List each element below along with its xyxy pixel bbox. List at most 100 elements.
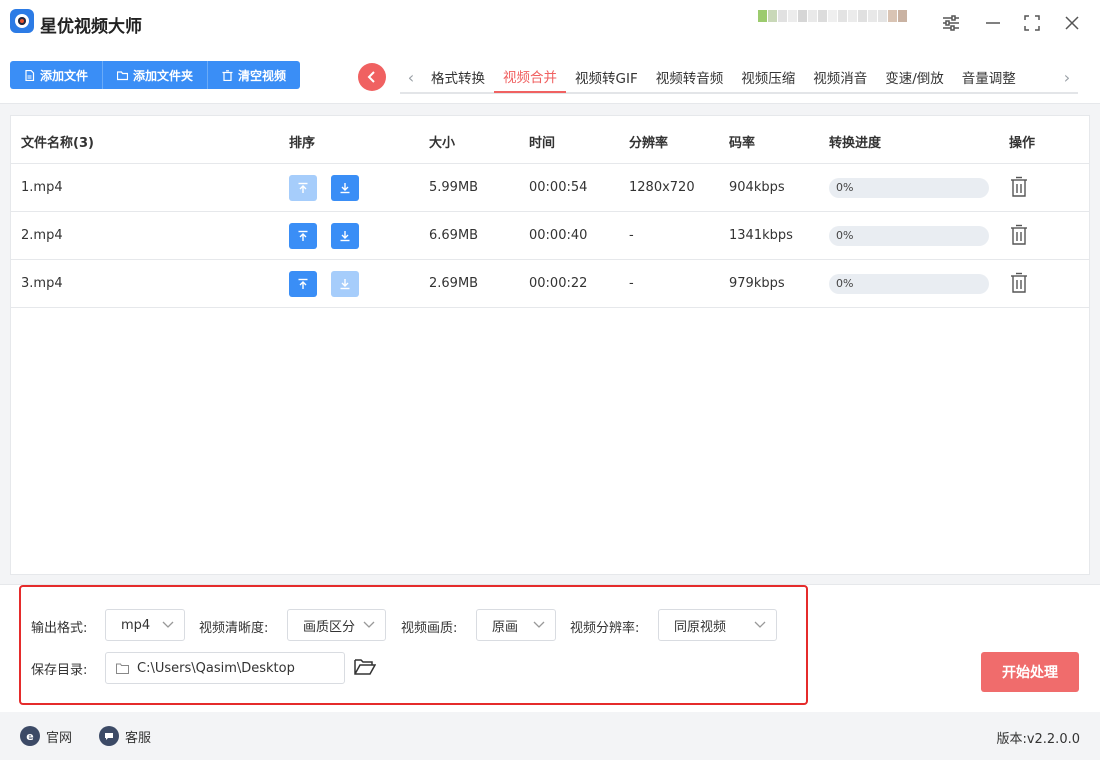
app-logo-icon [10, 9, 34, 33]
header-resolution: 分辨率 [629, 136, 669, 151]
move-up-button[interactable] [289, 223, 317, 249]
tabs-scroll-right-icon[interactable]: › [1056, 68, 1078, 87]
move-down-button[interactable] [331, 175, 359, 201]
delete-trash-icon[interactable] [1009, 224, 1029, 246]
save-dir-input[interactable]: C:\Users\Qasim\Desktop [105, 652, 345, 684]
chevron-down-icon [754, 621, 766, 628]
table-header: 文件名称(3) 排序 大小 时间 分辨率 码率 转换进度 操作 [11, 116, 1089, 164]
table-row[interactable]: 1.mp4 5.99MB 00:00:54 1280x720 904kbps 0% [11, 164, 1089, 212]
quality-select[interactable]: 原画 [476, 609, 556, 641]
output-format-select[interactable]: mp4 [105, 609, 185, 641]
annotation-highlight-box [19, 585, 808, 705]
file-resolution: - [629, 228, 634, 243]
settings-sliders-icon[interactable] [940, 12, 962, 34]
file-size: 2.69MB [429, 276, 479, 291]
tab-7[interactable]: 音量调整 [953, 61, 1025, 93]
header-order: 排序 [289, 136, 316, 151]
arrow-up-icon [297, 182, 309, 194]
file-button-group: 添加文件 添加文件夹 清空视频 [10, 61, 301, 89]
file-duration: 00:00:22 [529, 276, 588, 291]
tab-6[interactable]: 变速/倒放 [876, 61, 953, 93]
minimize-icon[interactable] [982, 12, 1004, 34]
file-bitrate: 904kbps [729, 180, 785, 195]
file-name: 2.mp4 [21, 228, 63, 243]
service-label: 客服 [125, 730, 152, 746]
close-icon[interactable] [1061, 12, 1083, 34]
quality-value: 原画 [492, 619, 519, 635]
clarity-select[interactable]: 画质区分 [287, 609, 386, 641]
chat-icon [99, 726, 119, 746]
conversion-progress-bar: 0% [829, 178, 989, 198]
header-bitrate: 码率 [729, 136, 756, 151]
progress-text: 0% [836, 181, 854, 194]
header-time: 时间 [529, 136, 556, 151]
clear-videos-label: 清空视频 [238, 68, 287, 83]
file-size: 5.99MB [429, 180, 479, 195]
tab-0[interactable]: 格式转换 [422, 61, 494, 93]
resolution-select[interactable]: 同原视频 [658, 609, 777, 641]
add-file-label: 添加文件 [40, 68, 89, 83]
file-size: 6.69MB [429, 228, 479, 243]
save-dir-value: C:\Users\Qasim\Desktop [137, 660, 295, 676]
resolution-value: 同原视频 [674, 619, 727, 635]
header-size: 大小 [429, 136, 456, 151]
website-label: 官网 [46, 730, 73, 746]
move-up-button[interactable] [289, 271, 317, 297]
folder-icon [116, 663, 129, 674]
header-name: 文件名称(3) [21, 136, 94, 151]
arrow-down-icon [339, 278, 351, 290]
tab-3[interactable]: 视频转音频 [647, 61, 733, 93]
table-row[interactable]: 2.mp4 6.69MB 00:00:40 - 1341kbps 0% [11, 212, 1089, 260]
footer: e 官网 客服 版本:v2.2.0.0 [0, 712, 1100, 760]
file-table: 文件名称(3) 排序 大小 时间 分辨率 码率 转换进度 操作 1.mp4 5.9… [10, 115, 1090, 575]
arrow-up-icon [297, 230, 309, 242]
tab-1[interactable]: 视频合并 [494, 61, 566, 93]
file-bitrate: 979kbps [729, 276, 785, 291]
move-down-button[interactable] [331, 271, 359, 297]
open-folder-icon[interactable] [354, 657, 376, 677]
clear-videos-button[interactable]: 清空视频 [208, 61, 300, 89]
delete-trash-icon[interactable] [1009, 176, 1029, 198]
quality-label: 视频画质: [401, 621, 458, 636]
progress-text: 0% [836, 277, 854, 290]
tab-2[interactable]: 视频转GIF [566, 61, 647, 93]
arrow-down-icon [339, 182, 351, 194]
tabs-scroll-left-icon[interactable]: ‹ [400, 68, 422, 87]
conversion-progress-bar: 0% [829, 226, 989, 246]
header-progress: 转换进度 [829, 136, 882, 151]
chevron-down-icon [363, 621, 375, 628]
browser-icon: e [20, 726, 40, 746]
header-action: 操作 [1009, 136, 1036, 151]
chevron-down-icon [533, 621, 545, 628]
move-down-button[interactable] [331, 223, 359, 249]
function-tabs: ‹ 格式转换 视频合并 视频转GIF 视频转音频 视频压缩 视频消音 变速/倒放 音量调整 › [400, 62, 1078, 94]
version-text: 版本:v2.2.0.0 [996, 732, 1080, 747]
start-process-button[interactable]: 开始处理 [981, 652, 1079, 692]
file-bitrate: 1341kbps [729, 228, 793, 243]
output-format-value: mp4 [121, 617, 151, 633]
resolution-label: 视频分辨率: [570, 621, 640, 636]
progress-text: 0% [836, 229, 854, 242]
maximize-icon[interactable] [1021, 12, 1043, 34]
output-format-label: 输出格式: [31, 621, 88, 636]
customer-service-link[interactable]: 客服 [99, 726, 151, 746]
collapse-button[interactable] [358, 63, 386, 91]
clarity-value: 画质区分 [303, 619, 356, 635]
clarity-label: 视频清晰度: [199, 621, 269, 636]
file-resolution: 1280x720 [629, 180, 695, 195]
move-up-button[interactable] [289, 175, 317, 201]
tab-4[interactable]: 视频压缩 [732, 61, 804, 93]
file-icon [25, 69, 35, 81]
file-duration: 00:00:54 [529, 180, 588, 195]
user-avatar[interactable] [758, 10, 918, 36]
add-file-button[interactable]: 添加文件 [10, 61, 104, 89]
table-row[interactable]: 3.mp4 2.69MB 00:00:22 - 979kbps 0% [11, 260, 1089, 308]
tab-5[interactable]: 视频消音 [804, 61, 876, 93]
delete-trash-icon[interactable] [1009, 272, 1029, 294]
file-resolution: - [629, 276, 634, 291]
folder-icon [117, 70, 129, 80]
website-link[interactable]: e 官网 [20, 726, 72, 746]
app-title: 星优视频大师 [40, 17, 142, 37]
add-folder-button[interactable]: 添加文件夹 [103, 61, 209, 89]
file-name: 3.mp4 [21, 276, 63, 291]
